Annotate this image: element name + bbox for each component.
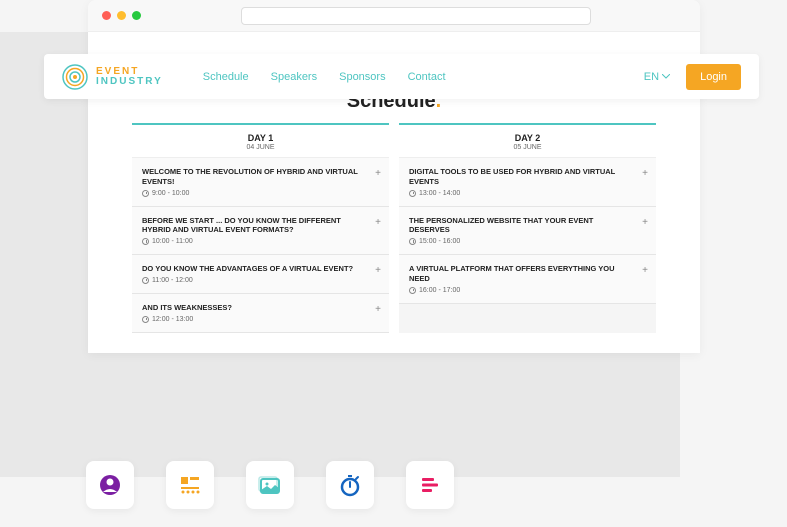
list-icon: [418, 473, 442, 497]
session-time: 10:00 - 11:00: [142, 238, 369, 245]
feature-icons-row: [86, 461, 454, 509]
expand-icon[interactable]: +: [642, 168, 648, 179]
session-time: 16:00 - 17:00: [409, 287, 636, 294]
feature-list-button[interactable]: [406, 461, 454, 509]
time-text: 13:00 - 14:00: [419, 190, 460, 197]
browser-window: Schedule. DAY 1 04 JUNE WELCOME TO THE R…: [88, 0, 700, 353]
logo-icon: [62, 64, 88, 90]
maximize-window-icon[interactable]: [132, 11, 141, 20]
clock-icon: [142, 277, 149, 284]
site-header: EVENT INDUSTRY Schedule Speakers Sponsor…: [44, 54, 759, 99]
session-item[interactable]: WELCOME TO THE REVOLUTION OF HYBRID AND …: [132, 158, 389, 207]
session-title: THE PERSONALIZED WEBSITE THAT YOUR EVENT…: [409, 216, 636, 236]
chevron-down-icon: [662, 74, 670, 79]
session-title: DIGITAL TOOLS TO BE USED FOR HYBRID AND …: [409, 167, 636, 187]
expand-icon[interactable]: +: [375, 168, 381, 179]
session-time: 11:00 - 12:00: [142, 277, 369, 284]
layout-icon: [178, 473, 202, 497]
expand-icon[interactable]: +: [375, 265, 381, 276]
expand-icon[interactable]: +: [375, 304, 381, 315]
session-item[interactable]: DIGITAL TOOLS TO BE USED FOR HYBRID AND …: [399, 158, 656, 207]
session-title: WELCOME TO THE REVOLUTION OF HYBRID AND …: [142, 167, 369, 187]
nav-schedule[interactable]: Schedule: [203, 71, 249, 83]
language-selector[interactable]: EN: [644, 71, 670, 83]
expand-icon[interactable]: +: [642, 265, 648, 276]
browser-chrome-bar: [88, 0, 700, 32]
url-input[interactable]: [241, 7, 591, 25]
window-controls: [102, 11, 141, 20]
close-window-icon[interactable]: [102, 11, 111, 20]
schedule-grid: DAY 1 04 JUNE WELCOME TO THE REVOLUTION …: [132, 123, 656, 333]
nav-contact[interactable]: Contact: [408, 71, 446, 83]
login-button[interactable]: Login: [686, 64, 741, 90]
time-text: 9:00 - 10:00: [152, 190, 189, 197]
day-header: DAY 1 04 JUNE: [132, 125, 389, 158]
expand-icon[interactable]: +: [375, 217, 381, 228]
time-text: 11:00 - 12:00: [152, 277, 193, 284]
logo[interactable]: EVENT INDUSTRY: [62, 64, 163, 90]
clock-icon: [142, 190, 149, 197]
day-column-2: DAY 2 05 JUNE DIGITAL TOOLS TO BE USED F…: [399, 123, 656, 333]
day-label: DAY 2: [399, 133, 656, 143]
clock-icon: [409, 190, 416, 197]
logo-text-industry: INDUSTRY: [96, 77, 163, 87]
minimize-window-icon[interactable]: [117, 11, 126, 20]
main-nav: Schedule Speakers Sponsors Contact: [203, 71, 446, 83]
feature-timer-button[interactable]: [326, 461, 374, 509]
session-time: 15:00 - 16:00: [409, 238, 636, 245]
image-icon: [258, 473, 282, 497]
expand-icon[interactable]: +: [642, 217, 648, 228]
stopwatch-icon: [338, 473, 362, 497]
session-title: A VIRTUAL PLATFORM THAT OFFERS EVERYTHIN…: [409, 264, 636, 284]
session-item[interactable]: DO YOU KNOW THE ADVANTAGES OF A VIRTUAL …: [132, 255, 389, 294]
feature-image-button[interactable]: [246, 461, 294, 509]
feature-layout-button[interactable]: [166, 461, 214, 509]
session-time: 13:00 - 14:00: [409, 190, 636, 197]
session-item[interactable]: A VIRTUAL PLATFORM THAT OFFERS EVERYTHIN…: [399, 255, 656, 304]
session-item[interactable]: AND ITS WEAKNESSES? 12:00 - 13:00 +: [132, 294, 389, 333]
day-header: DAY 2 05 JUNE: [399, 125, 656, 158]
clock-icon: [409, 287, 416, 294]
session-title: DO YOU KNOW THE ADVANTAGES OF A VIRTUAL …: [142, 264, 369, 274]
time-text: 16:00 - 17:00: [419, 287, 460, 294]
nav-sponsors[interactable]: Sponsors: [339, 71, 385, 83]
day-date: 04 JUNE: [132, 144, 389, 151]
session-title: BEFORE WE START ... DO YOU KNOW THE DIFF…: [142, 216, 369, 236]
session-item[interactable]: THE PERSONALIZED WEBSITE THAT YOUR EVENT…: [399, 207, 656, 256]
day-label: DAY 1: [132, 133, 389, 143]
session-time: 9:00 - 10:00: [142, 190, 369, 197]
session-title: AND ITS WEAKNESSES?: [142, 303, 369, 313]
time-text: 10:00 - 11:00: [152, 238, 193, 245]
session-item[interactable]: BEFORE WE START ... DO YOU KNOW THE DIFF…: [132, 207, 389, 256]
language-label: EN: [644, 71, 659, 83]
header-actions: EN Login: [644, 64, 741, 90]
clock-icon: [142, 238, 149, 245]
logo-text: EVENT INDUSTRY: [96, 67, 163, 87]
clock-icon: [142, 316, 149, 323]
day-column-1: DAY 1 04 JUNE WELCOME TO THE REVOLUTION …: [132, 123, 389, 333]
logo-text-event: EVENT: [96, 67, 163, 77]
time-text: 12:00 - 13:00: [152, 316, 193, 323]
clock-icon: [409, 238, 416, 245]
session-time: 12:00 - 13:00: [142, 316, 369, 323]
time-text: 15:00 - 16:00: [419, 238, 460, 245]
day-date: 05 JUNE: [399, 144, 656, 151]
user-icon: [98, 473, 122, 497]
nav-speakers[interactable]: Speakers: [271, 71, 317, 83]
feature-user-button[interactable]: [86, 461, 134, 509]
